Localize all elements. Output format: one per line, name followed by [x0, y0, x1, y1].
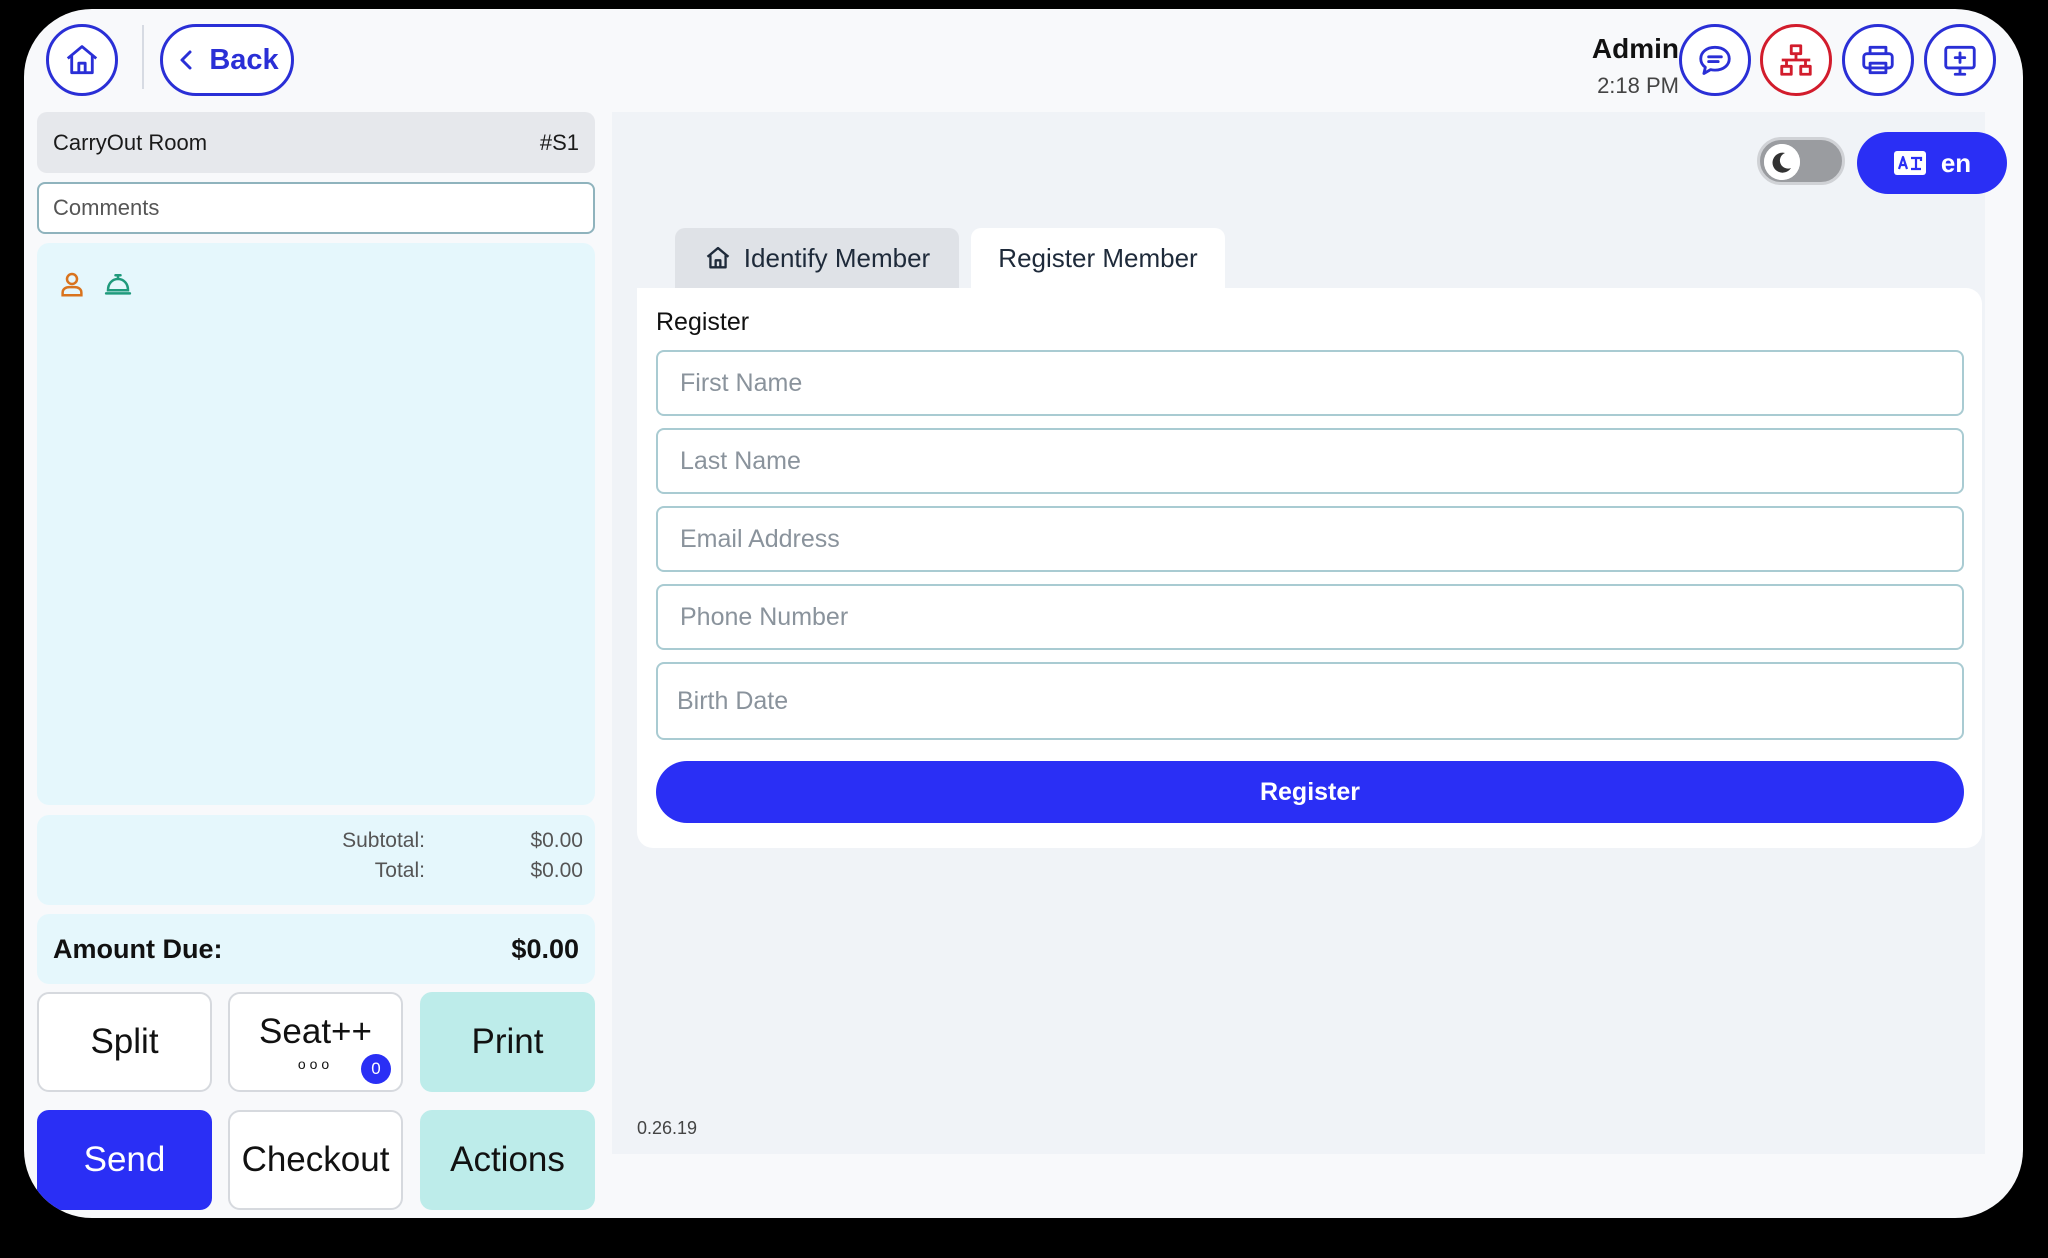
print-order-button[interactable]: Print	[420, 992, 595, 1092]
amount-due-bar: Amount Due: $0.00	[37, 914, 595, 984]
top-bar: Back Admin 2:18 PM	[24, 9, 2023, 112]
checkout-button[interactable]: Checkout	[228, 1110, 403, 1210]
subtotal-row: Subtotal: $0.00	[37, 829, 595, 859]
dark-mode-toggle[interactable]	[1757, 137, 1845, 185]
print-label: Print	[471, 1022, 544, 1061]
split-label: Split	[90, 1022, 159, 1061]
tab-identify-member[interactable]: Identify Member	[675, 228, 959, 288]
room-bar: CarryOut Room #S1	[37, 112, 595, 173]
chat-icon	[1699, 45, 1731, 75]
subtotal-value: $0.00	[530, 829, 583, 852]
amount-due-value: $0.00	[511, 933, 579, 964]
home-icon	[66, 45, 98, 75]
seat-add-button[interactable]: Seat++ ooo 0	[228, 992, 403, 1092]
first-name-input[interactable]	[656, 350, 1964, 416]
person-icon[interactable]	[57, 269, 87, 299]
home-icon	[706, 246, 730, 269]
seat-code: #S1	[539, 129, 579, 155]
order-items-area	[37, 243, 595, 805]
add-screen-icon	[1944, 45, 1976, 76]
translate-icon	[1893, 151, 1926, 175]
register-form: Register Register	[637, 288, 1982, 848]
total-label: Total:	[374, 859, 425, 882]
messages-button[interactable]	[1679, 24, 1751, 96]
total-value: $0.00	[530, 859, 583, 882]
language-button[interactable]: en	[1857, 132, 2007, 194]
last-name-input[interactable]	[656, 428, 1964, 494]
divider	[142, 25, 144, 89]
network-icon	[1780, 44, 1812, 76]
add-screen-button[interactable]	[1924, 24, 1996, 96]
total-row: Total: $0.00	[37, 859, 595, 889]
user-name: Admin	[1591, 33, 1679, 64]
amount-due-label: Amount Due:	[53, 933, 223, 964]
app-version: 0.26.19	[637, 1118, 698, 1138]
member-panel: en Identify Member Register Member Regis…	[612, 112, 2007, 1154]
room-name: CarryOut Room	[53, 129, 208, 155]
chevron-left-icon	[180, 50, 192, 70]
checkout-label: Checkout	[241, 1140, 390, 1179]
actions-label: Actions	[450, 1140, 565, 1179]
split-button[interactable]: Split	[37, 992, 212, 1092]
back-label: Back	[209, 43, 279, 76]
birth-date-input[interactable]	[656, 662, 1964, 740]
send-button[interactable]: Send	[37, 1110, 212, 1210]
register-button[interactable]: Register	[656, 761, 1964, 823]
totals-panel: Subtotal: $0.00 Total: $0.00	[37, 815, 595, 905]
seat-count-badge: 0	[361, 1054, 391, 1084]
back-button[interactable]: Back	[160, 24, 294, 96]
language-code: en	[1940, 147, 1972, 178]
actions-button[interactable]: Actions	[420, 1110, 595, 1210]
form-title: Register	[656, 308, 750, 336]
service-bell-icon[interactable]	[103, 269, 133, 299]
email-input[interactable]	[656, 506, 1964, 572]
subtotal-label: Subtotal:	[342, 829, 425, 852]
tab-register-label: Register Member	[998, 242, 1198, 273]
phone-input[interactable]	[656, 584, 1964, 650]
print-button[interactable]	[1842, 24, 1914, 96]
seat-label: Seat++	[259, 1011, 372, 1051]
printer-icon	[1862, 45, 1894, 75]
home-button[interactable]	[46, 24, 118, 96]
tab-register-member[interactable]: Register Member	[971, 228, 1225, 288]
clock-time: 2:18 PM	[1597, 73, 1679, 98]
network-button[interactable]	[1760, 24, 1832, 96]
moon-icon	[1764, 144, 1800, 180]
seat-dots: ooo	[297, 1055, 334, 1072]
comments-input[interactable]	[37, 182, 595, 234]
user-info: Admin 2:18 PM	[1592, 33, 1679, 99]
app-window: Back Admin 2:18 PM CarryOut Room #S1 Com…	[24, 9, 2023, 1218]
tab-identify-label: Identify Member	[743, 242, 931, 273]
send-label: Send	[83, 1140, 166, 1179]
